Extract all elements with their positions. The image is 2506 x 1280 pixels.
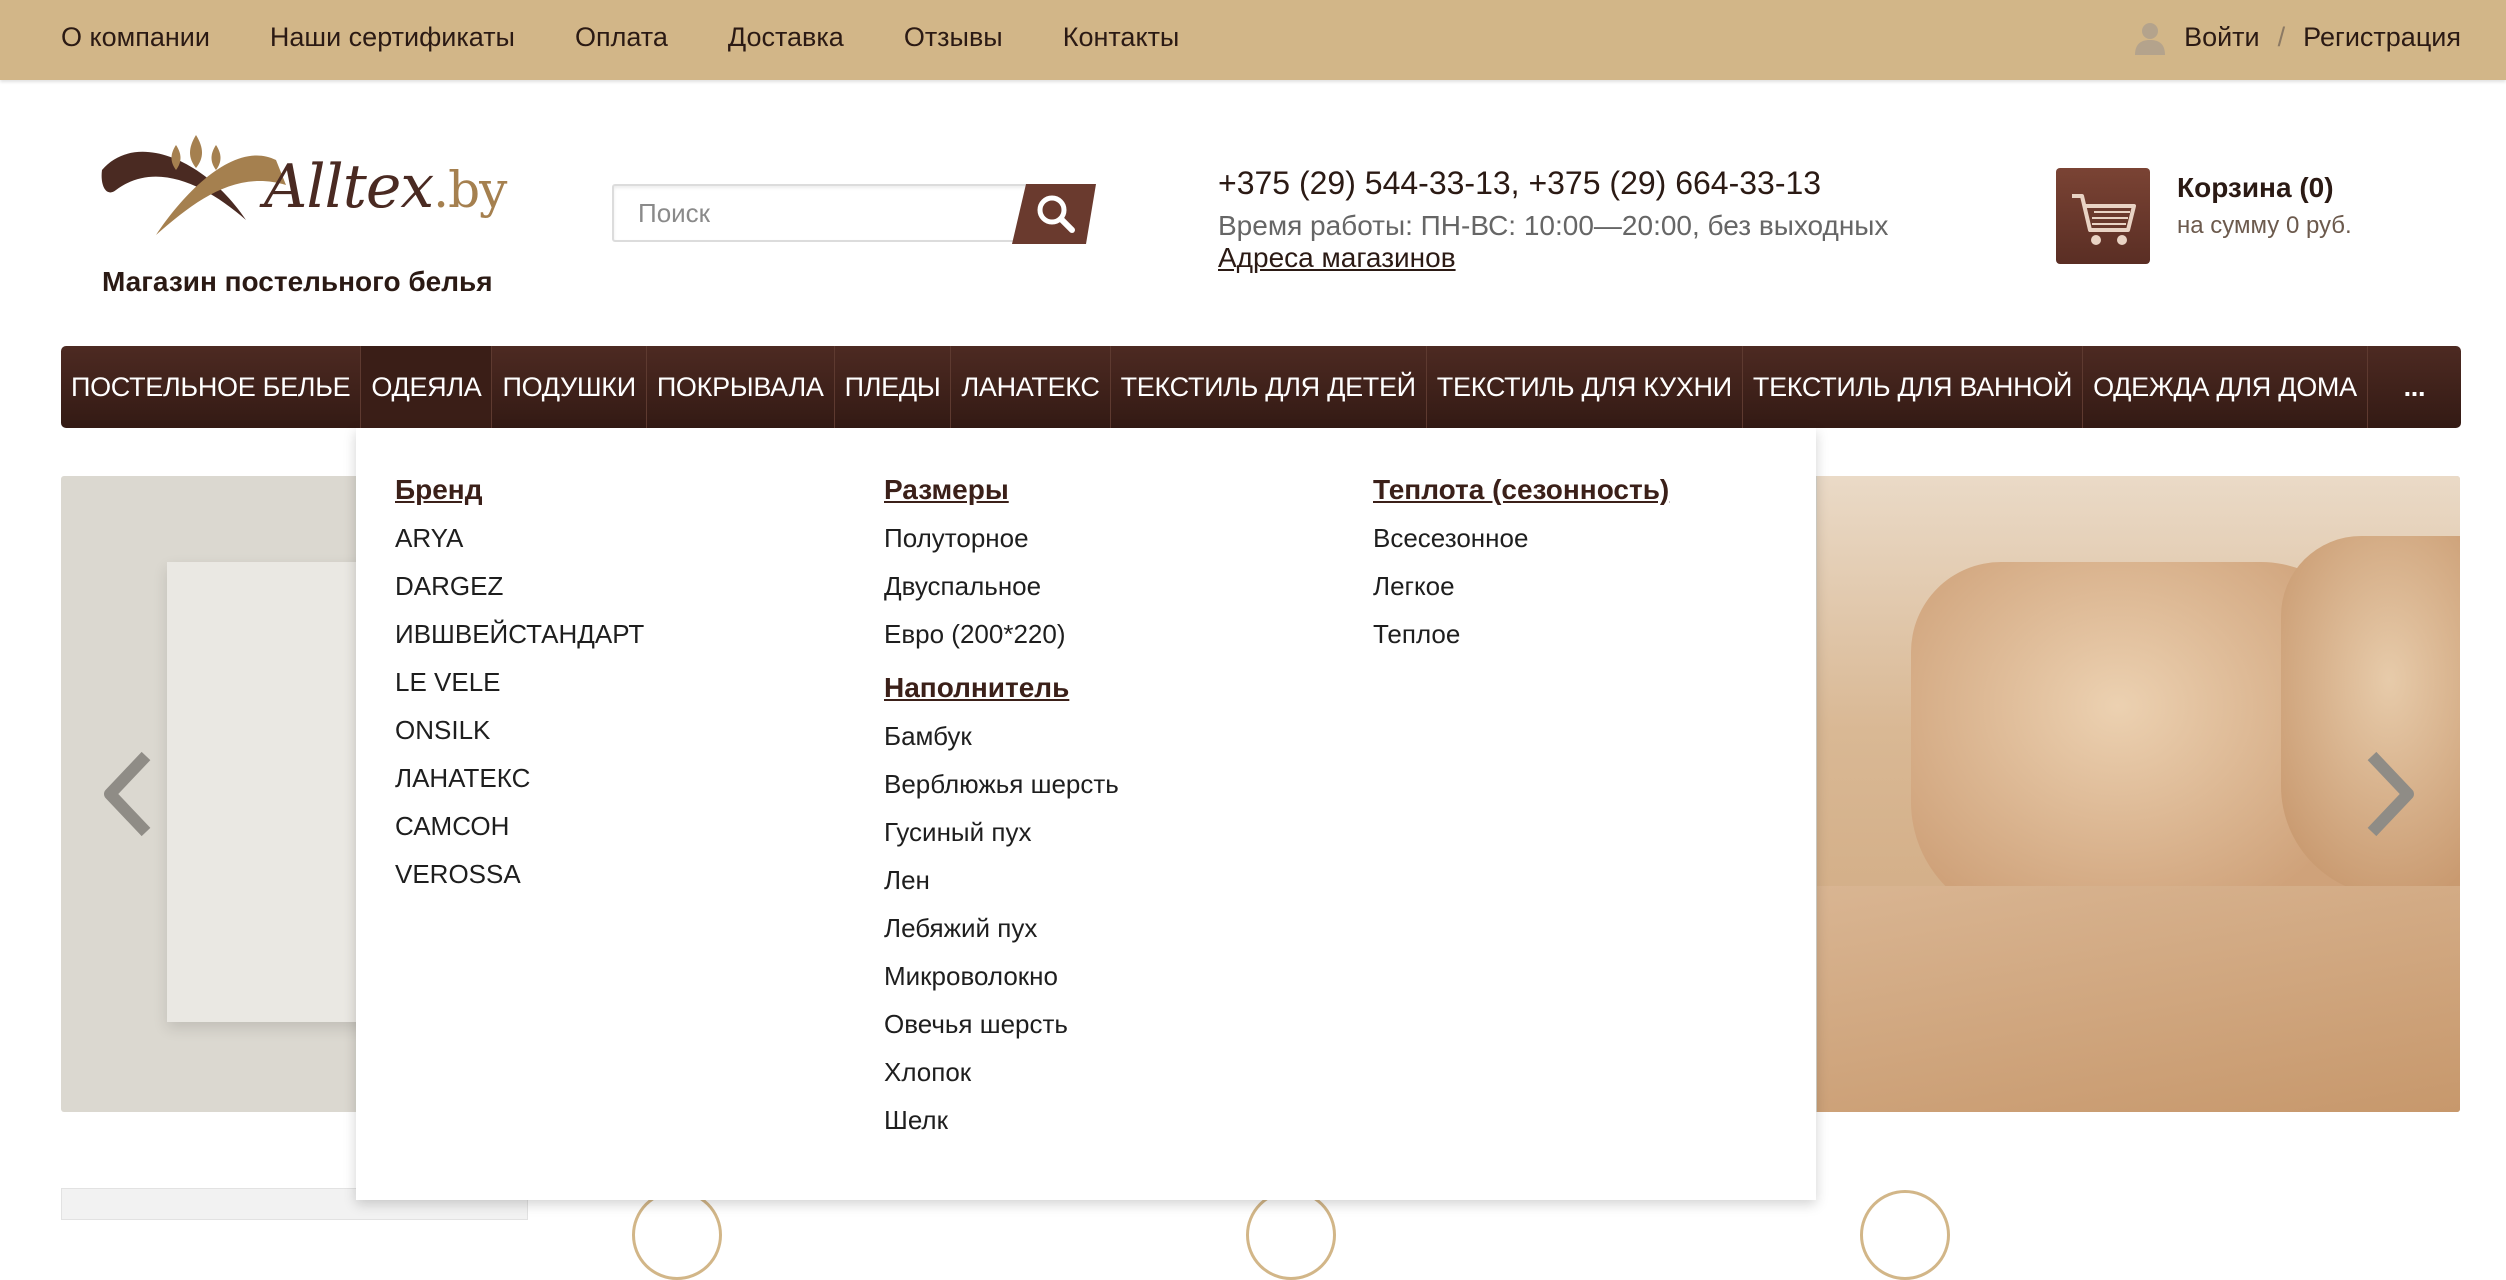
top-link-reviews[interactable]: Отзывы — [904, 22, 1003, 53]
warmth-heading[interactable]: Теплота (сезонность) — [1373, 474, 1669, 506]
warmth-item[interactable]: Всесезонное — [1373, 518, 1669, 566]
brand-heading[interactable]: Бренд — [395, 474, 644, 506]
user-icon — [2135, 23, 2166, 55]
nav-item-kids-textile[interactable]: ТЕКСТИЛЬ ДЛЯ ДЕТЕЙ — [1111, 346, 1427, 428]
size-item[interactable]: Полуторное — [884, 518, 1119, 566]
nav-more-button[interactable]: ... — [2368, 346, 2461, 428]
brand-item[interactable]: VEROSSA — [395, 854, 644, 902]
brand-item[interactable]: ONSILK — [395, 710, 644, 758]
bottom-circle-icon — [1246, 1190, 1336, 1280]
filler-item[interactable]: Лебяжий пух — [884, 908, 1119, 956]
blankets-dropdown-menu: Бренд ARYA DARGEZ ИВШВЕЙСТАНДАРТ LE VELE… — [356, 428, 1816, 1200]
cart-title[interactable]: Корзина (0) — [2177, 172, 2334, 204]
blanket-image — [1817, 886, 2460, 1112]
register-link[interactable]: Регистрация — [2303, 22, 2461, 53]
nav-item-home-clothes[interactable]: ОДЕЖДА ДЛЯ ДОМА — [2083, 346, 2368, 428]
size-item[interactable]: Двуспальное — [884, 566, 1119, 614]
tagline: Магазин постельного белья — [102, 266, 493, 297]
cart-button[interactable] — [2056, 168, 2150, 264]
bottom-circle-icon — [632, 1190, 722, 1280]
nav-item-lanatex[interactable]: ЛАНАТЕКС — [951, 346, 1111, 428]
warmth-item[interactable]: Теплое — [1373, 614, 1669, 662]
filler-item[interactable]: Верблюжья шерсть — [884, 764, 1119, 812]
sizes-list: Полуторное Двуспальное Евро (200*220) — [884, 518, 1119, 662]
chevron-right-icon — [2367, 751, 2414, 837]
top-link-delivery[interactable]: Доставка — [728, 22, 844, 53]
slider-prev-button[interactable] — [98, 744, 158, 844]
top-link-contacts[interactable]: Контакты — [1063, 22, 1180, 53]
brand-item[interactable]: ИВШВЕЙСТАНДАРТ — [395, 614, 644, 662]
cart-sum: на сумму 0 руб. — [2177, 212, 2352, 239]
filler-item[interactable]: Шелк — [884, 1100, 1119, 1148]
cart-icon — [2072, 194, 2136, 245]
filler-item[interactable]: Овечья шерсть — [884, 1004, 1119, 1052]
nav-item-bath-textile[interactable]: ТЕКСТИЛЬ ДЛЯ ВАННОЙ — [1743, 346, 2084, 428]
store-addresses-link[interactable]: Адреса магазинов — [1218, 242, 1456, 274]
sizes-heading[interactable]: Размеры — [884, 474, 1119, 506]
size-item[interactable]: Евро (200*220) — [884, 614, 1119, 662]
filler-list: Бамбук Верблюжья шерсть Гусиный пух Лен … — [884, 716, 1119, 1148]
brand-item[interactable]: DARGEZ — [395, 566, 644, 614]
nav-item-pillows[interactable]: ПОДУШКИ — [492, 346, 647, 428]
brand-item[interactable]: ARYA — [395, 518, 644, 566]
brand-list: ARYA DARGEZ ИВШВЕЙСТАНДАРТ LE VELE ONSIL… — [395, 518, 644, 902]
logo-main-text: Alltex — [264, 152, 434, 222]
nav-item-bedspreads[interactable]: ПОКРЫВАЛА — [647, 346, 835, 428]
auth-separator: / — [2277, 21, 2286, 52]
logo-suffix-text: .by — [433, 161, 507, 219]
filler-item[interactable]: Микроволокно — [884, 956, 1119, 1004]
search-form — [612, 184, 1096, 244]
warmth-item[interactable]: Легкое — [1373, 566, 1669, 614]
slider-next-button[interactable] — [2360, 744, 2420, 844]
search-button[interactable] — [1012, 184, 1096, 244]
filler-item[interactable]: Гусиный пух — [884, 812, 1119, 860]
brand-item[interactable]: САМСОН — [395, 806, 644, 854]
top-bar: О компании Наши сертификаты Оплата Доста… — [0, 0, 2506, 80]
dropdown-column-sizes-filler: Размеры Полуторное Двуспальное Евро (200… — [884, 474, 1119, 1148]
top-nav: О компании Наши сертификаты Оплата Доста… — [61, 0, 1239, 74]
contacts: +375 (29) 544-33-13, +375 (29) 664-33-13… — [1218, 165, 1888, 274]
auth-links: Войти / Регистрация — [2132, 0, 2461, 74]
bottom-circle-icon — [1860, 1190, 1950, 1280]
dropdown-column-brand: Бренд ARYA DARGEZ ИВШВЕЙСТАНДАРТ LE VELE… — [395, 474, 644, 902]
login-link[interactable]: Войти — [2184, 22, 2260, 53]
chevron-left-icon — [104, 751, 151, 837]
logo-text[interactable]: Alltex.by — [264, 152, 507, 222]
top-link-certificates[interactable]: Наши сертификаты — [270, 22, 515, 53]
warmth-list: Всесезонное Легкое Теплое — [1373, 518, 1669, 662]
phone-numbers: +375 (29) 544-33-13, +375 (29) 664-33-13 — [1218, 165, 1822, 201]
nav-item-blankets[interactable]: ОДЕЯЛА — [361, 346, 493, 428]
search-input[interactable] — [612, 184, 1048, 242]
filler-item[interactable]: Хлопок — [884, 1052, 1119, 1100]
main-nav: ПОСТЕЛЬНОЕ БЕЛЬЕ ОДЕЯЛА ПОДУШКИ ПОКРЫВАЛ… — [61, 346, 2461, 428]
brand-item[interactable]: LE VELE — [395, 662, 644, 710]
top-link-about[interactable]: О компании — [61, 22, 210, 53]
filler-heading[interactable]: Наполнитель — [884, 672, 1119, 704]
nav-item-kitchen-textile[interactable]: ТЕКСТИЛЬ ДЛЯ КУХНИ — [1427, 346, 1743, 428]
brand-item[interactable]: ЛАНАТЕКС — [395, 758, 644, 806]
dropdown-column-warmth: Теплота (сезонность) Всесезонное Легкое … — [1373, 474, 1669, 662]
top-link-payment[interactable]: Оплата — [575, 22, 668, 53]
filler-item[interactable]: Лен — [884, 860, 1119, 908]
filler-item[interactable]: Бамбук — [884, 716, 1119, 764]
nav-item-plaids[interactable]: ПЛЕДЫ — [835, 346, 952, 428]
nav-item-bed-linen[interactable]: ПОСТЕЛЬНОЕ БЕЛЬЕ — [61, 346, 362, 428]
working-hours: Время работы: ПН-ВС: 10:00—20:00, без вы… — [1218, 210, 1889, 241]
